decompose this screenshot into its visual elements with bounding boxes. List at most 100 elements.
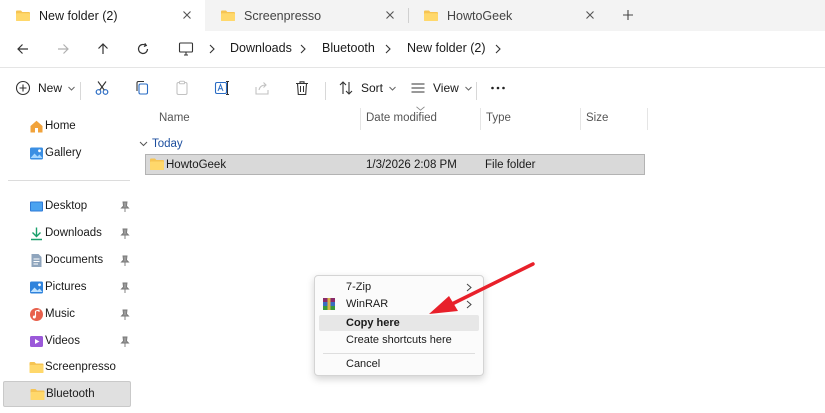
- close-icon[interactable]: [582, 7, 598, 23]
- sidebar-item-label: Home: [45, 120, 76, 132]
- new-tab-plus-icon[interactable]: [620, 7, 636, 23]
- sidebar-item-bluetooth[interactable]: Bluetooth: [3, 381, 131, 407]
- chevron-right-icon[interactable]: [207, 43, 217, 55]
- breadcrumb-new-folder-2[interactable]: New folder (2): [407, 41, 486, 55]
- chevron-down-icon: [389, 86, 396, 91]
- sidebar-item-label: Pictures: [45, 281, 87, 293]
- copy-icon: [136, 80, 149, 95]
- menu-item-create-shortcuts-here[interactable]: Create shortcuts here: [319, 332, 479, 348]
- pin-icon[interactable]: [120, 282, 130, 294]
- delete-button[interactable]: [293, 79, 311, 97]
- home-icon: [30, 120, 43, 133]
- pin-icon[interactable]: [120, 336, 130, 348]
- column-divider[interactable]: [360, 108, 361, 130]
- close-icon[interactable]: [179, 7, 195, 23]
- sort-indicator-icon: [416, 106, 425, 111]
- toolbar-divider: [325, 82, 326, 100]
- documents-icon: [31, 254, 42, 267]
- file-row[interactable]: HowtoGeek 1/3/2026 2:08 PM File folder: [145, 154, 645, 175]
- column-header-size[interactable]: Size: [586, 112, 608, 124]
- menu-item-7zip[interactable]: 7-Zip: [319, 279, 479, 295]
- file-type: File folder: [485, 159, 536, 171]
- pin-icon[interactable]: [120, 309, 130, 321]
- tab-screenpresso[interactable]: Screenpresso: [205, 0, 408, 31]
- folder-icon: [150, 158, 164, 170]
- copy-button[interactable]: [133, 79, 151, 97]
- sidebar-item-music[interactable]: Music: [3, 302, 131, 328]
- breadcrumb-bluetooth[interactable]: Bluetooth: [322, 41, 375, 55]
- menu-item-label: 7-Zip: [346, 281, 372, 293]
- close-icon[interactable]: [382, 7, 398, 23]
- menu-item-label: Create shortcuts here: [346, 334, 452, 346]
- chevron-right-icon[interactable]: [493, 43, 503, 55]
- refresh-icon[interactable]: [134, 40, 152, 58]
- sidebar-item-desktop[interactable]: Desktop: [3, 194, 131, 220]
- sidebar-item-documents[interactable]: Documents: [3, 248, 131, 274]
- back-arrow-icon[interactable]: [14, 40, 32, 58]
- sidebar-item-gallery[interactable]: Gallery: [3, 141, 131, 167]
- rename-icon: [214, 81, 229, 95]
- tab-new-folder-2[interactable]: New folder (2): [0, 0, 205, 31]
- column-header-date-modified[interactable]: Date modified: [366, 112, 437, 124]
- toolbar-divider: [476, 82, 477, 100]
- folder-icon: [30, 389, 45, 400]
- sidebar-item-label: Gallery: [45, 147, 82, 159]
- share-button[interactable]: [253, 79, 271, 97]
- pin-icon[interactable]: [120, 255, 130, 267]
- tab-howtogeek[interactable]: HowtoGeek: [408, 0, 608, 31]
- group-header-today[interactable]: Today: [139, 137, 183, 151]
- column-divider[interactable]: [580, 108, 581, 130]
- more-icon: [491, 86, 505, 90]
- file-name: HowtoGeek: [166, 159, 227, 171]
- sidebar-item-downloads[interactable]: Downloads: [3, 221, 131, 247]
- pin-icon[interactable]: [120, 228, 130, 240]
- sidebar-item-label: Screenpresso: [45, 361, 116, 373]
- cut-button[interactable]: [93, 79, 111, 97]
- new-button-label: New: [38, 81, 63, 95]
- rename-button[interactable]: [213, 79, 231, 97]
- sidebar-item-home[interactable]: Home: [3, 114, 131, 140]
- new-button[interactable]: New: [14, 79, 75, 97]
- monitor-icon[interactable]: [177, 40, 195, 58]
- view-button[interactable]: View: [409, 79, 472, 97]
- file-date: 1/3/2026 2:08 PM: [366, 159, 457, 171]
- menu-item-copy-here[interactable]: Copy here: [319, 315, 479, 331]
- sidebar-item-videos[interactable]: Videos: [3, 329, 131, 355]
- menu-item-label: WinRAR: [346, 298, 389, 310]
- group-label: Today: [152, 138, 183, 150]
- paste-button[interactable]: [173, 79, 191, 97]
- menu-item-label: Copy here: [346, 317, 400, 329]
- menu-item-winrar[interactable]: WinRAR: [319, 296, 479, 312]
- command-bar: New Sort View: [0, 68, 825, 108]
- pin-icon[interactable]: [120, 201, 130, 213]
- forward-arrow-icon[interactable]: [54, 40, 72, 58]
- context-menu: 7-Zip WinRAR Copy here Create shortcuts …: [314, 275, 484, 376]
- folder-icon: [16, 10, 30, 21]
- folder-icon: [29, 362, 44, 373]
- winrar-icon: [323, 298, 335, 310]
- column-header-type[interactable]: Type: [486, 112, 511, 124]
- videos-icon: [30, 336, 43, 347]
- plus-circle-icon: [15, 80, 31, 96]
- column-header-name[interactable]: Name: [159, 112, 190, 124]
- breadcrumb-downloads[interactable]: Downloads: [230, 41, 292, 55]
- sort-button[interactable]: Sort: [337, 79, 396, 97]
- chevron-right-icon[interactable]: [298, 43, 308, 55]
- sidebar-item-screenpresso[interactable]: Screenpresso: [3, 355, 131, 381]
- tab-bar: New folder (2) Screenpresso HowtoGeek: [0, 0, 825, 31]
- sidebar-divider: [8, 180, 130, 181]
- tab-label: HowtoGeek: [447, 8, 513, 23]
- sidebar-item-label: Bluetooth: [46, 388, 95, 400]
- up-arrow-icon[interactable]: [94, 40, 112, 58]
- pictures-icon: [30, 281, 43, 294]
- sidebar-item-label: Desktop: [45, 200, 88, 212]
- view-button-label: View: [433, 81, 459, 95]
- chevron-right-icon[interactable]: [383, 43, 393, 55]
- column-divider[interactable]: [647, 108, 648, 130]
- sidebar-item-pictures[interactable]: Pictures: [3, 275, 131, 301]
- more-options-button[interactable]: [489, 79, 507, 97]
- column-divider[interactable]: [480, 108, 481, 130]
- view-list-icon: [411, 83, 425, 93]
- chevron-down-icon: [68, 86, 75, 91]
- menu-item-cancel[interactable]: Cancel: [319, 356, 479, 372]
